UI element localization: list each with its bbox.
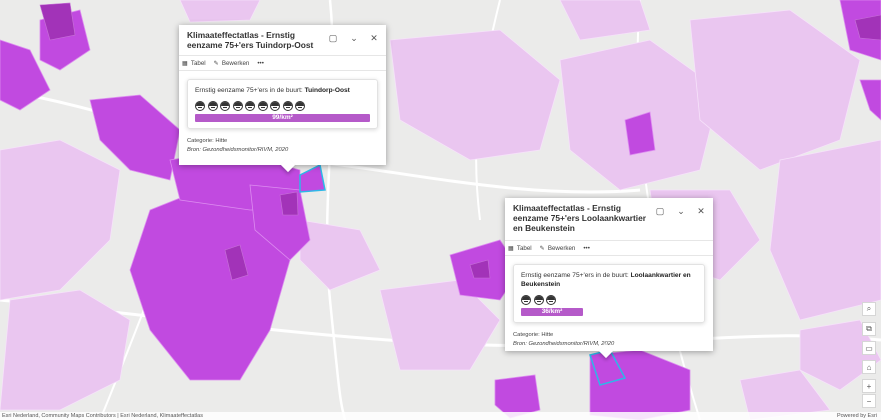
popup-meta: Categorie: Hitte Bron: Gezondheidsmonito… [505, 323, 713, 348]
popup-title: Klimaateffectatlas - Ernstig eenzame 75+… [187, 30, 314, 50]
person-icon [521, 295, 531, 305]
table-button[interactable]: ▦ Tabel [182, 60, 206, 67]
edit-icon: ✎ [213, 59, 219, 67]
home-button[interactable]: ⌂ [862, 360, 876, 374]
layers-button[interactable]: ⧉ [862, 322, 876, 336]
table-icon: ▦ [508, 244, 514, 252]
infographic-card: Ernstig eenzame 75+'ers in de buurt: Tui… [187, 79, 378, 129]
table-icon: ▦ [182, 59, 188, 67]
popup-title: Klimaateffectatlas - Ernstig eenzame 75+… [513, 203, 647, 233]
collapse-icon[interactable]: ⌄ [345, 29, 363, 47]
more-button[interactable]: ••• [257, 60, 264, 67]
person-icon [295, 101, 305, 111]
category-text: Categorie: Hitte [187, 138, 228, 144]
person-icon-row [521, 295, 697, 305]
person-icon [245, 101, 255, 111]
person-icon [270, 101, 280, 111]
dock-icon[interactable]: ▢ [324, 29, 342, 47]
edit-icon: ✎ [539, 244, 545, 252]
popup-header: Klimaateffectatlas - Ernstig eenzame 75+… [505, 198, 713, 240]
attribution-text: Esri Nederland, Community Maps Contribut… [2, 413, 203, 419]
screen-button[interactable]: ▭ [862, 341, 876, 355]
card-text: Ernstig eenzame 75+'ers in de buurt: Tui… [195, 87, 350, 94]
popup-header: Klimaateffectatlas - Ernstig eenzame 75+… [179, 25, 386, 55]
value-bar: 99/km² [195, 114, 370, 122]
category-text: Categorie: Hitte [513, 332, 554, 338]
person-icon [533, 295, 544, 305]
powered-by[interactable]: Powered by Esri [837, 412, 877, 420]
dock-icon[interactable]: ▢ [651, 202, 669, 220]
feature-popup-tuindorp: Klimaateffectatlas - Ernstig eenzame 75+… [179, 25, 386, 165]
close-icon[interactable]: ✕ [692, 202, 710, 220]
popup-toolbar: ▦ Tabel ✎ Bewerken ••• [179, 55, 386, 71]
infographic-card: Ernstig eenzame 75+'ers in de buurt: Loo… [513, 264, 705, 323]
collapse-icon[interactable]: ⌄ [672, 202, 690, 220]
edit-button[interactable]: ✎ Bewerken [540, 245, 576, 252]
layers-icon: ⧉ [866, 324, 872, 333]
person-icon [282, 101, 293, 111]
popup-meta: Categorie: Hitte Bron: Gezondheidsmonito… [179, 129, 386, 154]
popup-toolbar: ▦ Tabel ✎ Bewerken ••• [505, 240, 713, 256]
person-icon [232, 101, 243, 111]
home-icon: ⌂ [866, 362, 872, 372]
screen-icon: ▭ [865, 343, 873, 353]
person-icon-row [195, 101, 370, 111]
zoom-out-button[interactable]: − [862, 394, 876, 408]
card-text: Ernstig eenzame 75+'ers in de buurt: Loo… [521, 272, 691, 288]
person-icon [257, 101, 268, 111]
zoom-in-button[interactable]: + [862, 379, 876, 393]
person-icon [207, 101, 218, 111]
search-icon: ⌕ [866, 304, 872, 313]
source-text: Bron: Gezondheidsmonitor/RIVM, 2020 [187, 146, 289, 153]
table-button[interactable]: ▦ Tabel [508, 245, 532, 252]
attribution-bar: Esri Nederland, Community Maps Contribut… [0, 412, 881, 420]
feature-popup-loolaan: Klimaateffectatlas - Ernstig eenzame 75+… [505, 198, 713, 351]
value-bar: 36/km² [521, 308, 583, 316]
person-icon [195, 101, 205, 111]
person-icon [546, 295, 556, 305]
edit-button[interactable]: ✎ Bewerken [214, 60, 250, 67]
search-button[interactable]: ⌕ [862, 302, 876, 316]
map-canvas[interactable] [0, 0, 881, 420]
more-button[interactable]: ••• [583, 245, 590, 252]
close-icon[interactable]: ✕ [365, 29, 383, 47]
person-icon [220, 101, 230, 111]
